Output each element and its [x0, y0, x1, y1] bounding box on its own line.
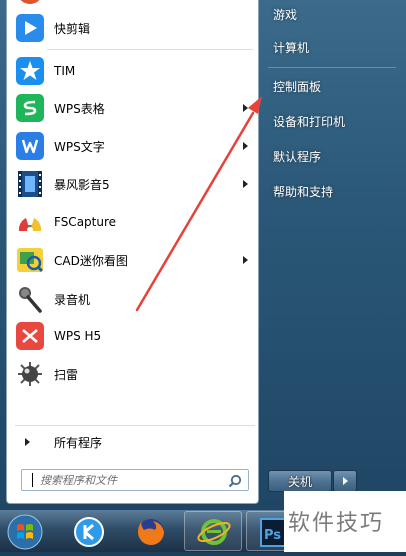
link-help-support[interactable]: 帮助和支持 — [266, 176, 400, 206]
cad-viewer-icon — [15, 245, 45, 275]
submenu-arrow-icon — [243, 142, 248, 150]
wps-spreadsheet-icon — [15, 93, 45, 123]
link-default-programs[interactable]: 默认程序 — [266, 141, 400, 171]
program-sound-recorder[interactable]: 录音机 — [11, 281, 256, 317]
start-menu: 快剪辑 TIM WPS表格 WPS文字 暴风影音5 FSCapture CAD迷… — [0, 0, 406, 510]
svg-text:Ps: Ps — [264, 528, 281, 543]
microphone-icon — [15, 284, 45, 314]
tim-icon — [15, 56, 45, 86]
kuaijianji-icon — [15, 13, 45, 43]
shutdown-options-button[interactable] — [333, 470, 357, 492]
search-input[interactable] — [22, 470, 240, 490]
program-tim[interactable]: TIM — [11, 53, 256, 89]
partial-program-icon — [15, 0, 45, 4]
shutdown-button[interactable]: 关机 — [268, 470, 332, 492]
program-wps-writer[interactable]: WPS文字 — [11, 128, 256, 164]
all-programs-divider — [15, 425, 255, 426]
pinned-divider — [47, 49, 253, 50]
program-cad-viewer[interactable]: CAD迷你看图 — [11, 242, 256, 278]
program-baofeng[interactable]: 暴风影音5 — [11, 166, 256, 202]
kuaibo-icon — [74, 517, 104, 547]
submenu-arrow-icon — [243, 104, 248, 112]
submenu-arrow-icon — [243, 256, 248, 264]
link-devices-printers[interactable]: 设备和打印机 — [266, 106, 400, 136]
right-divider — [268, 67, 396, 68]
link-computer[interactable]: 计算机 — [266, 32, 400, 62]
baofeng-player-icon — [15, 169, 45, 199]
program-wps-spreadsheet[interactable]: WPS表格 — [11, 90, 256, 126]
program-wps-h5[interactable]: WPS H5 — [11, 318, 256, 354]
link-games[interactable]: 游戏 — [266, 0, 400, 29]
program-minesweeper[interactable]: 扫雷 — [11, 356, 256, 392]
ie-icon — [197, 519, 231, 545]
taskbar-ie[interactable] — [184, 511, 242, 551]
taskbar-firefox[interactable] — [122, 511, 180, 551]
fscapture-icon — [15, 207, 45, 237]
firefox-icon — [138, 519, 164, 545]
start-orb-icon — [7, 514, 43, 550]
link-control-panel[interactable]: 控制面板 — [266, 71, 400, 101]
expand-arrow-icon — [25, 438, 30, 446]
search-box[interactable] — [21, 469, 249, 491]
program-kuaijianji[interactable]: 快剪辑 — [11, 10, 256, 46]
taskbar-kuaibo[interactable] — [60, 511, 118, 551]
chevron-right-icon — [343, 477, 348, 485]
search-icon[interactable] — [228, 473, 242, 488]
start-button[interactable] — [0, 511, 50, 551]
watermark-text: 软件技巧 — [288, 511, 385, 536]
all-programs-button[interactable]: 所有程序 — [11, 430, 256, 454]
program-fscapture[interactable]: FSCapture — [11, 204, 256, 240]
minesweeper-icon — [15, 359, 45, 389]
wps-h5-icon — [15, 321, 45, 351]
programs-pane: 快剪辑 TIM WPS表格 WPS文字 暴风影音5 FSCapture CAD迷… — [6, 0, 259, 504]
wps-writer-icon — [15, 131, 45, 161]
submenu-arrow-icon — [243, 180, 248, 188]
